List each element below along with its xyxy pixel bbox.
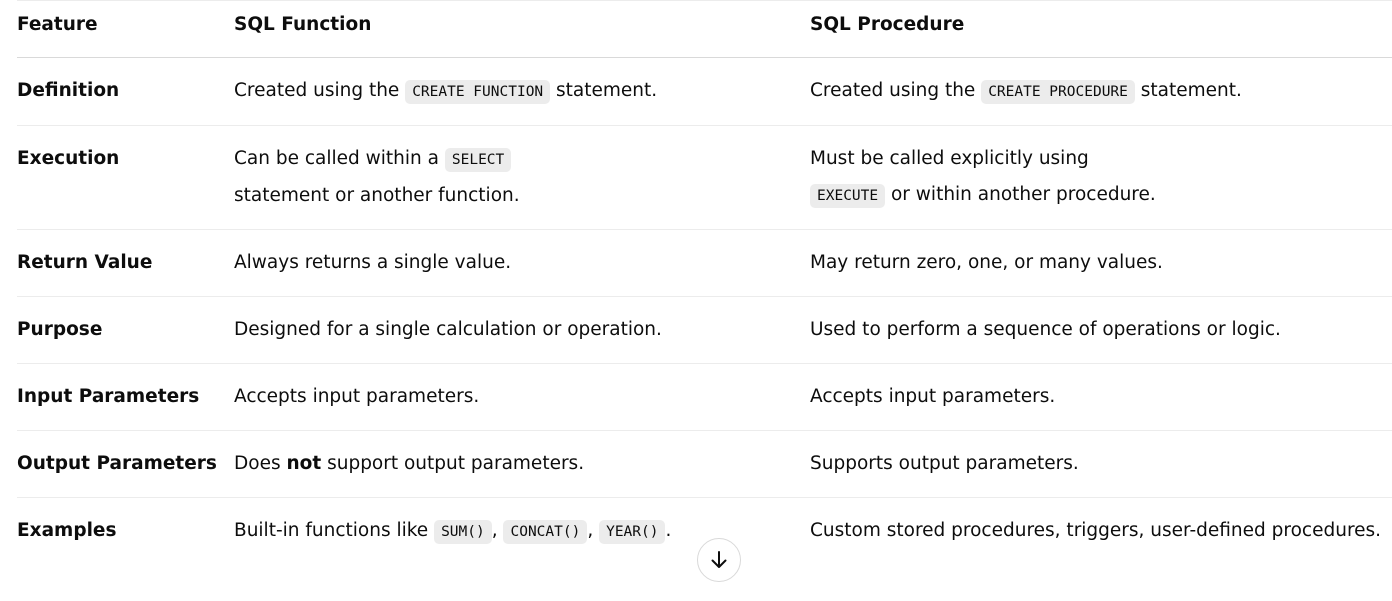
inline-code: CREATE PROCEDURE	[981, 79, 1135, 104]
table-row: Execution Can be called within a SELECT s…	[17, 125, 1392, 230]
cell-function-return-value: Always returns a single value.	[234, 229, 810, 297]
cell-text: .	[665, 519, 672, 541]
cell-text: Created using the	[810, 79, 982, 101]
comparison-view: Feature SQL Function SQL Procedure Defin…	[0, 0, 1392, 601]
cell-text: Can be called within a	[234, 147, 445, 169]
header-sql-procedure: SQL Procedure	[810, 0, 1392, 58]
inline-code: SUM()	[434, 519, 492, 544]
cell-procedure-return-value: May return zero, one, or many values.	[810, 229, 1392, 297]
cell-function-output-parameters: Does not support output parameters.	[234, 430, 810, 498]
table-header-row: Feature SQL Function SQL Procedure	[17, 0, 1392, 58]
cell-text: support output parameters.	[321, 452, 585, 474]
table-row: Purpose Designed for a single calculatio…	[17, 296, 1392, 364]
row-label-definition: Definition	[17, 57, 234, 126]
table-row: Input Parameters Accepts input parameter…	[17, 363, 1392, 431]
cell-function-purpose: Designed for a single calculation or ope…	[234, 296, 810, 364]
cell-text: Created using the	[234, 79, 406, 101]
cell-procedure-input-parameters: Accepts input parameters.	[810, 363, 1392, 431]
table-row: Return Value Always returns a single val…	[17, 229, 1392, 297]
comparison-table: Feature SQL Function SQL Procedure Defin…	[17, 0, 1392, 565]
table-row: Output Parameters Does not support outpu…	[17, 430, 1392, 498]
inline-code: CONCAT()	[503, 519, 588, 544]
row-label-return-value: Return Value	[17, 229, 234, 297]
row-label-examples: Examples	[17, 519, 117, 541]
scroll-to-bottom-button[interactable]	[697, 538, 741, 582]
separator: ,	[587, 519, 600, 541]
cell-text: Built-in functions like	[234, 519, 435, 541]
cell-text: or within another procedure.	[885, 183, 1156, 205]
cell-procedure-definition: Created using the CREATE PROCEDURE state…	[810, 57, 1392, 126]
cell-function-definition: Created using the CREATE FUNCTION statem…	[234, 57, 810, 126]
row-label-purpose: Purpose	[17, 296, 234, 364]
separator: ,	[491, 519, 504, 541]
cell-function-execution: Can be called within a SELECT statement o…	[234, 125, 810, 230]
cell-text: Does	[234, 452, 287, 474]
inline-code: EXECUTE	[810, 183, 886, 208]
header-feature: Feature	[17, 0, 234, 58]
table-row: Definition Created using the CREATE FUNC…	[17, 57, 1392, 126]
emphasis-text: not	[286, 452, 322, 474]
inline-code: YEAR()	[599, 519, 666, 544]
row-label-execution: Execution	[17, 125, 234, 230]
cell-procedure-output-parameters: Supports output parameters.	[810, 430, 1392, 498]
inline-code: SELECT	[444, 147, 512, 172]
cell-procedure-examples: Custom stored procedures, triggers, user…	[810, 519, 1382, 541]
row-label-input-parameters: Input Parameters	[17, 363, 234, 431]
header-sql-function: SQL Function	[234, 0, 810, 58]
row-label-output-parameters: Output Parameters	[17, 430, 234, 498]
inline-code: CREATE FUNCTION	[405, 79, 551, 104]
cell-text: statement.	[550, 79, 658, 101]
cell-text: Must be called explicitly using	[810, 147, 1089, 169]
cell-procedure-purpose: Used to perform a sequence of operations…	[810, 296, 1392, 364]
cell-text: statement.	[1134, 79, 1242, 101]
cell-procedure-execution: Must be called explicitly using EXECUTE o…	[810, 125, 1392, 230]
arrow-down-icon	[708, 549, 730, 571]
cell-text: statement or another function.	[234, 184, 520, 206]
cell-function-input-parameters: Accepts input parameters.	[234, 363, 810, 431]
